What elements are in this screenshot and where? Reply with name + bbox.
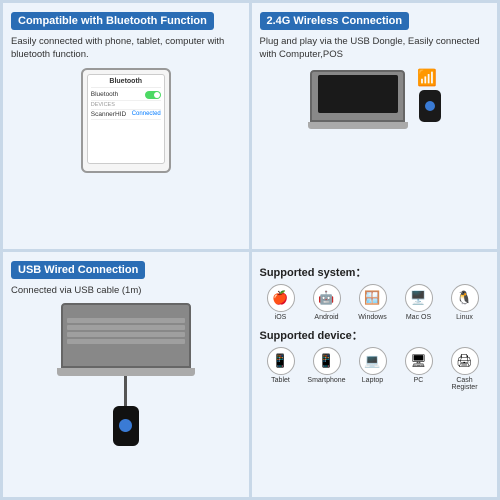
cash-register-label: Cash Register: [444, 377, 486, 391]
usb-scanner-btn: [119, 419, 132, 432]
scanner-button: [425, 101, 435, 111]
icon-windows: 🪟 Windows: [352, 284, 394, 321]
cash-register-icon: 🖨: [451, 347, 479, 375]
icon-macos: 🖥️ Mac OS: [398, 284, 440, 321]
laptop-icon: 💻: [359, 347, 387, 375]
tablet-label: Tablet: [271, 377, 290, 384]
cell-supported: Supported system： 🍎 iOS 🤖 Android 🪟 Wind…: [252, 252, 498, 498]
smartphone-icon: 📱: [313, 347, 341, 375]
macos-label: Mac OS: [406, 314, 431, 321]
usb-scanner: [113, 406, 139, 446]
macos-icon: 🖥️: [405, 284, 433, 312]
cell-wireless: 2.4G Wireless Connection Plug and play v…: [252, 3, 498, 249]
icon-ios: 🍎 iOS: [260, 284, 302, 321]
bt-label: Bluetooth: [91, 91, 118, 98]
device-icons-grid: 📱 Tablet 📱 Smartphone 💻 Laptop 🖥 PC 🖨 Ca…: [260, 347, 490, 391]
icon-pc: 🖥 PC: [398, 347, 440, 391]
bt-row-bluetooth: Bluetooth: [91, 90, 161, 101]
icon-cash-register: 🖨 Cash Register: [444, 347, 486, 391]
tablet-screen: Bluetooth Bluetooth DEVICES ScannerHID C…: [87, 74, 165, 164]
wifi-waves-icon: 📶: [417, 68, 437, 88]
icon-android: 🤖 Android: [306, 284, 348, 321]
main-grid: Compatible with Bluetooth Function Easil…: [0, 0, 500, 500]
icon-linux: 🐧 Linux: [444, 284, 486, 321]
bluetooth-desc: Easily connected with phone, tablet, com…: [11, 35, 241, 62]
usb-cable: [124, 376, 127, 406]
linux-label: Linux: [456, 314, 473, 321]
wireless-laptop-base: [308, 122, 408, 129]
windows-icon: 🪟: [359, 284, 387, 312]
icon-smartphone: 📱 Smartphone: [306, 347, 348, 391]
wireless-laptop: [310, 70, 405, 122]
bluetooth-title: Compatible with Bluetooth Function: [11, 12, 214, 30]
laptop-label: Laptop: [362, 377, 383, 384]
icon-tablet: 📱 Tablet: [260, 347, 302, 391]
icon-laptop: 💻 Laptop: [352, 347, 394, 391]
usb-title: USB Wired Connection: [11, 261, 145, 279]
system-title: Supported system：: [260, 264, 490, 280]
windows-label: Windows: [358, 314, 386, 321]
tablet-icon: 📱: [267, 347, 295, 375]
android-label: Android: [314, 314, 338, 321]
cell-usb: USB Wired Connection Connected via USB c…: [3, 252, 249, 498]
bt-devices-label: DEVICES: [91, 102, 115, 108]
system-icons-grid: 🍎 iOS 🤖 Android 🪟 Windows 🖥️ Mac OS 🐧 Li…: [260, 284, 490, 321]
linux-icon: 🐧: [451, 284, 479, 312]
bt-row-scanner: ScannerHID Connected: [91, 110, 161, 120]
tablet-mockup: Bluetooth Bluetooth DEVICES ScannerHID C…: [81, 68, 171, 173]
android-icon: 🤖: [313, 284, 341, 312]
pc-icon: 🖥: [405, 347, 433, 375]
ios-label: iOS: [275, 314, 287, 321]
bt-header: Bluetooth: [91, 78, 161, 88]
bt-scanner-label: ScannerHID: [91, 111, 126, 118]
bt-connected: Connected: [132, 111, 161, 117]
wireless-scanner: [419, 90, 441, 122]
cell-bluetooth: Compatible with Bluetooth Function Easil…: [3, 3, 249, 249]
device-title: Supported device：: [260, 327, 490, 343]
wireless-desc: Plug and play via the USB Dongle, Easily…: [260, 35, 490, 62]
bt-row-devices: DEVICES: [91, 101, 161, 110]
usb-desc: Connected via USB cable (1m): [11, 284, 241, 297]
smartphone-label: Smartphone: [307, 377, 345, 384]
pc-label: PC: [414, 377, 424, 384]
wireless-title: 2.4G Wireless Connection: [260, 12, 410, 30]
ios-icon: 🍎: [267, 284, 295, 312]
bluetooth-toggle[interactable]: [145, 91, 161, 99]
usb-laptop-kbd: [61, 303, 191, 368]
usb-laptop-base: [57, 368, 195, 376]
